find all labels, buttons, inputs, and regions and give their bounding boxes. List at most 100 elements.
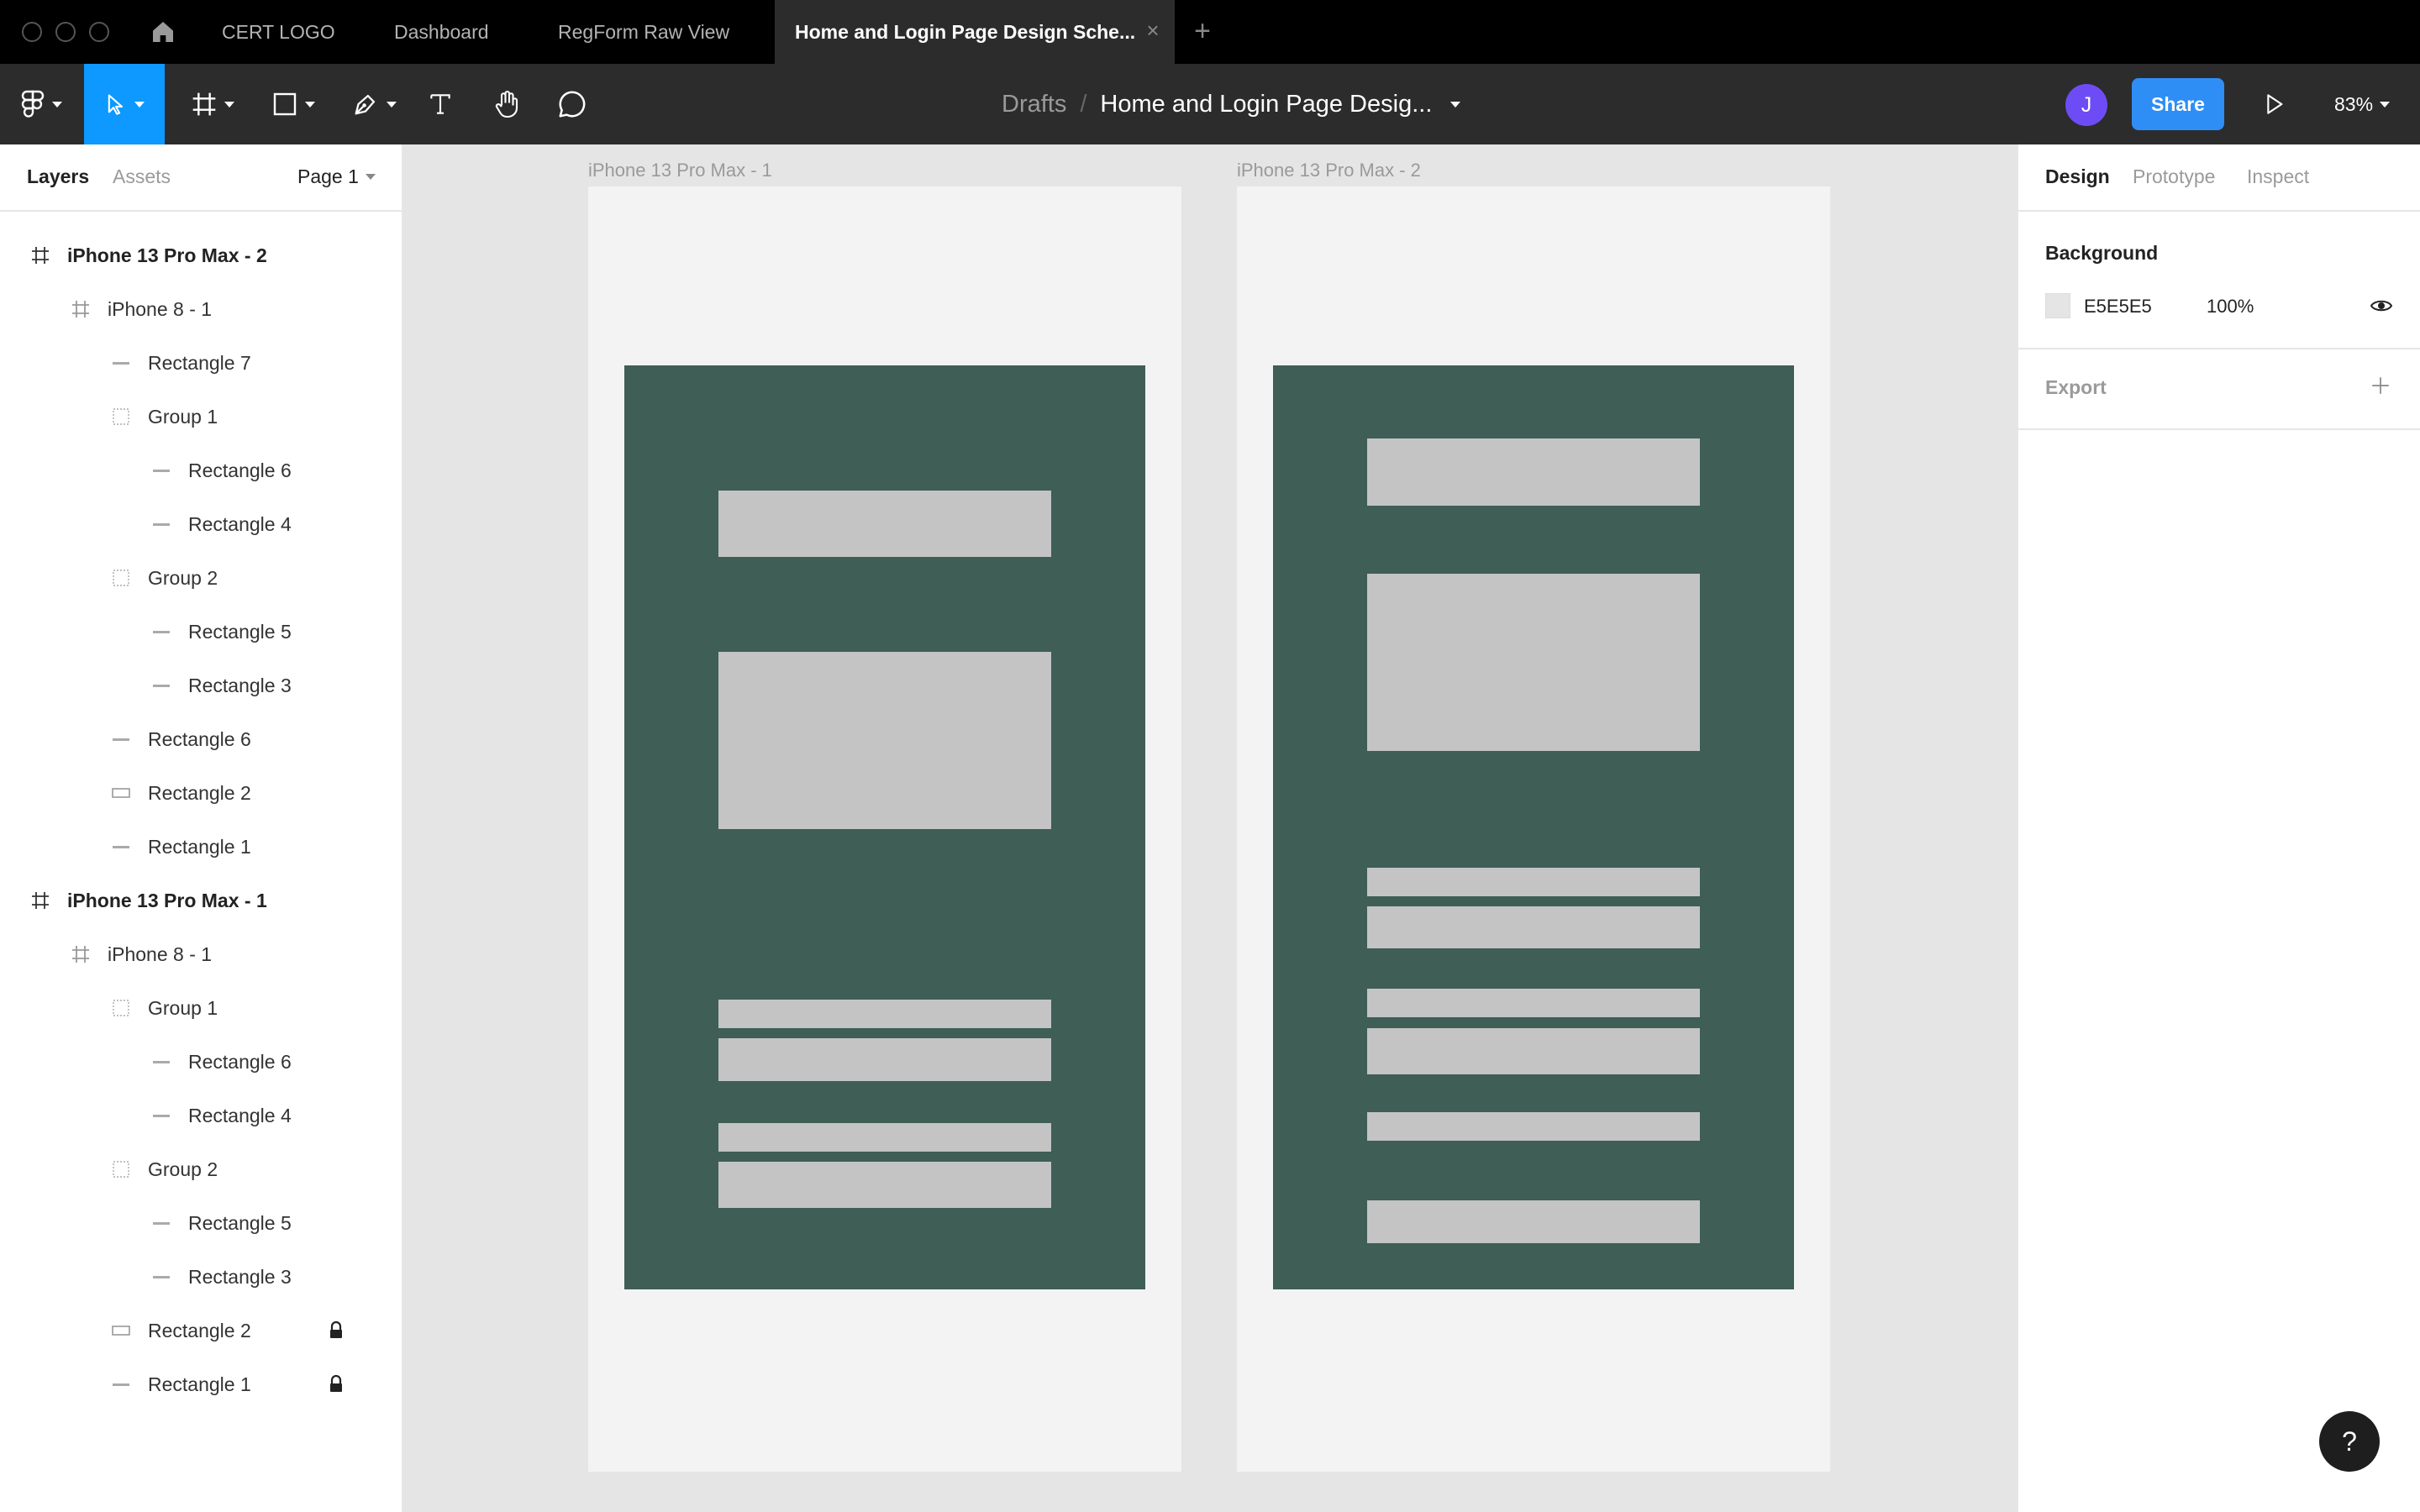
- placeholder-rectangle[interactable]: [718, 491, 1051, 557]
- pen-icon: [355, 94, 376, 115]
- window-close-control[interactable]: [22, 22, 42, 42]
- help-button[interactable]: ?: [2319, 1411, 2380, 1472]
- canvas[interactable]: iPhone 13 Pro Max - 1 iPhone 13 Pro Max …: [405, 144, 2017, 1512]
- placeholder-rectangle[interactable]: [1367, 1112, 1700, 1141]
- layer-row[interactable]: Rectangle 5: [0, 605, 403, 659]
- hand-tool-button[interactable]: [486, 64, 528, 144]
- placeholder-rectangle[interactable]: [1367, 906, 1700, 948]
- layer-row[interactable]: Rectangle 2: [0, 1304, 403, 1357]
- placeholder-rectangle[interactable]: [718, 1162, 1051, 1208]
- frame-iphone-8-1[interactable]: [624, 365, 1145, 1289]
- layer-row[interactable]: Rectangle 6: [0, 444, 403, 497]
- tab-design[interactable]: Design: [2045, 165, 2110, 188]
- zoom-control[interactable]: 83%: [2334, 64, 2391, 144]
- frame-label-2[interactable]: iPhone 13 Pro Max - 2: [1237, 160, 1421, 181]
- tab-regform-raw-view[interactable]: RegForm Raw View: [558, 0, 729, 64]
- layer-row[interactable]: Group 2: [0, 551, 403, 605]
- text-tool-button[interactable]: [420, 64, 460, 144]
- properties-panel-tabs: Design Prototype Inspect: [2018, 144, 2420, 212]
- lock-icon[interactable]: [328, 1374, 345, 1394]
- layer-row[interactable]: Rectangle 2: [0, 766, 403, 820]
- frame-iphone-13-pro-max-1[interactable]: [588, 186, 1181, 1472]
- placeholder-rectangle[interactable]: [1367, 989, 1700, 1017]
- layer-row[interactable]: Rectangle 1: [0, 820, 403, 874]
- rect-icon: [153, 1115, 170, 1117]
- layer-name: Rectangle 4: [188, 1105, 292, 1126]
- lock-icon[interactable]: [328, 1320, 345, 1341]
- layer-row[interactable]: Rectangle 3: [0, 1250, 403, 1304]
- frame-label-1[interactable]: iPhone 13 Pro Max - 1: [588, 160, 772, 181]
- frame-icon: [32, 247, 49, 264]
- pen-tool-button[interactable]: [341, 64, 407, 144]
- layer-row[interactable]: Group 1: [0, 390, 403, 444]
- add-export-plus-icon[interactable]: [2370, 375, 2391, 396]
- tab-cert-logo[interactable]: CERT LOGO: [222, 0, 335, 64]
- placeholder-rectangle[interactable]: [718, 652, 1051, 829]
- background-hex-input[interactable]: E5E5E5: [2084, 296, 2152, 318]
- export-section-title[interactable]: Export: [2045, 376, 2107, 399]
- window-zoom-control[interactable]: [89, 22, 109, 42]
- layer-name: Group 2: [148, 1158, 218, 1180]
- frame-tool-button[interactable]: [180, 64, 245, 144]
- placeholder-rectangle[interactable]: [1367, 868, 1700, 896]
- close-tab-icon[interactable]: ×: [1143, 19, 1163, 41]
- placeholder-rectangle[interactable]: [1367, 1028, 1700, 1074]
- layer-row[interactable]: iPhone 13 Pro Max - 2: [0, 228, 403, 282]
- add-tab-icon[interactable]: +: [1190, 17, 1215, 45]
- page-selector[interactable]: Page 1: [297, 165, 376, 188]
- eye-icon[interactable]: [2370, 296, 2393, 316]
- frame-iphone-13-pro-max-2[interactable]: [1237, 186, 1830, 1472]
- layer-row[interactable]: iPhone 8 - 1: [0, 927, 403, 981]
- file-menu-chevron-icon[interactable]: [1450, 101, 1461, 108]
- layer-row[interactable]: Group 2: [0, 1142, 403, 1196]
- window-minimize-control[interactable]: [55, 22, 76, 42]
- tab-inspect[interactable]: Inspect: [2247, 165, 2309, 188]
- present-play-icon[interactable]: [2260, 91, 2287, 118]
- home-icon[interactable]: [150, 18, 176, 45]
- placeholder-rectangle[interactable]: [1367, 438, 1700, 506]
- layer-row[interactable]: Rectangle 1: [0, 1357, 403, 1411]
- tab-layers[interactable]: Layers: [27, 165, 89, 188]
- frame-iphone-8-1[interactable]: [1273, 365, 1794, 1289]
- layer-row[interactable]: iPhone 13 Pro Max - 1: [0, 874, 403, 927]
- layer-row[interactable]: Group 1: [0, 981, 403, 1035]
- rectangle-icon: [273, 92, 297, 116]
- share-button[interactable]: Share: [2132, 78, 2224, 130]
- placeholder-rectangle[interactable]: [718, 1123, 1051, 1152]
- tab-assets[interactable]: Assets: [113, 165, 171, 188]
- layer-row[interactable]: Rectangle 7: [0, 336, 403, 390]
- frame-icon: [72, 946, 89, 963]
- layer-row[interactable]: Rectangle 4: [0, 1089, 403, 1142]
- placeholder-rectangle[interactable]: [718, 1000, 1051, 1028]
- layer-name: Rectangle 1: [148, 836, 251, 858]
- file-name[interactable]: Home and Login Page Desig...: [1100, 64, 1432, 144]
- layer-name: Rectangle 6: [188, 1051, 292, 1073]
- layer-row[interactable]: Rectangle 6: [0, 712, 403, 766]
- background-opacity-input[interactable]: 100%: [2207, 296, 2254, 318]
- avatar[interactable]: J: [2065, 84, 2107, 126]
- group-icon: [113, 570, 129, 586]
- zoom-level: 83%: [2334, 93, 2374, 115]
- tab-home-login-design[interactable]: Home and Login Page Design Sche...: [775, 0, 1175, 64]
- placeholder-rectangle[interactable]: [718, 1038, 1051, 1081]
- layers-panel-tabs: Layers Assets Page 1: [0, 144, 403, 212]
- tab-prototype[interactable]: Prototype: [2133, 165, 2215, 188]
- background-color-swatch[interactable]: [2045, 293, 2070, 318]
- layer-row[interactable]: Rectangle 6: [0, 1035, 403, 1089]
- comment-tool-button[interactable]: [551, 64, 593, 144]
- tab-dashboard[interactable]: Dashboard: [394, 0, 489, 64]
- breadcrumb-drafts[interactable]: Drafts: [1002, 64, 1066, 144]
- layer-name: Rectangle 1: [148, 1373, 251, 1395]
- section-divider: [2018, 428, 2420, 430]
- chevron-down-icon: [305, 101, 315, 108]
- placeholder-rectangle[interactable]: [1367, 1200, 1700, 1243]
- shape-tool-button[interactable]: [260, 64, 326, 144]
- move-tool-button[interactable]: [84, 64, 165, 144]
- layer-row[interactable]: iPhone 8 - 1: [0, 282, 403, 336]
- layer-row[interactable]: Rectangle 5: [0, 1196, 403, 1250]
- main-menu-button[interactable]: [13, 64, 69, 144]
- layer-row[interactable]: Rectangle 3: [0, 659, 403, 712]
- layer-row[interactable]: Rectangle 4: [0, 497, 403, 551]
- chevron-down-icon: [224, 101, 234, 108]
- placeholder-rectangle[interactable]: [1367, 574, 1700, 751]
